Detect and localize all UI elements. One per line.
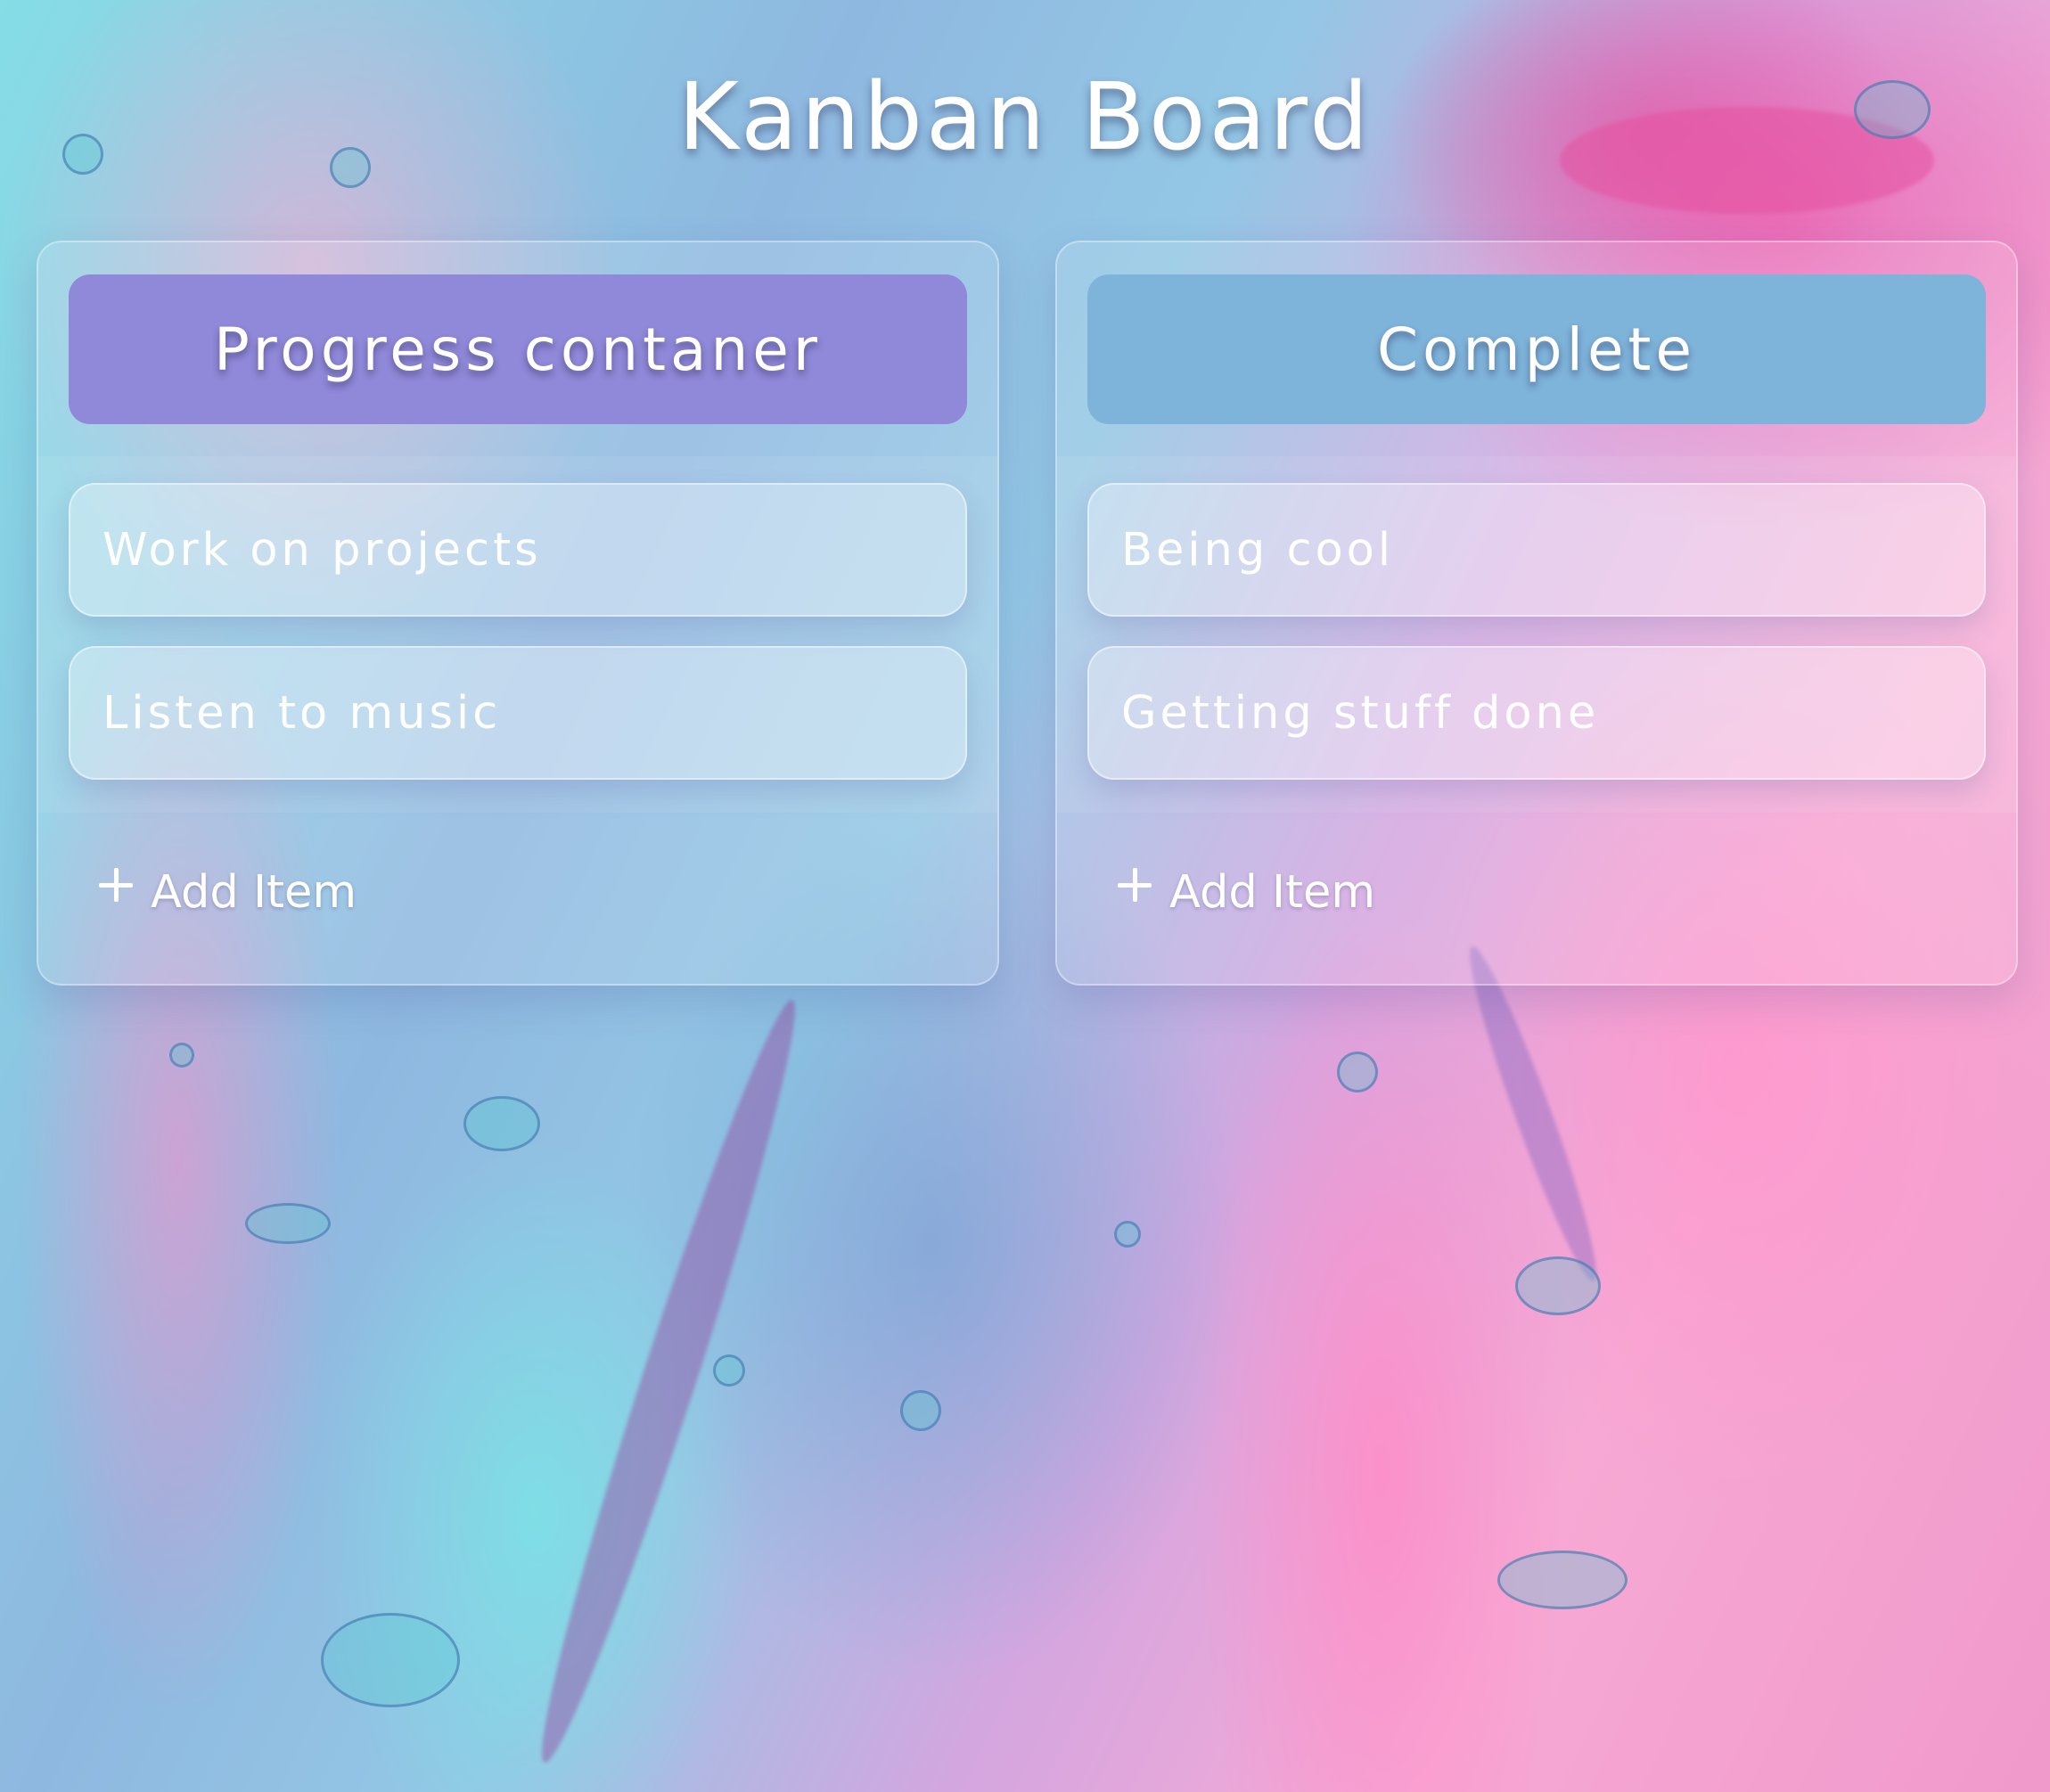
column-header: Progress contaner [69,274,967,424]
background-bubble [245,1203,331,1244]
background-bubble [169,1043,194,1068]
list-item[interactable]: Being cool [1087,483,1986,617]
list-item[interactable]: Work on projects [69,483,967,617]
plus-icon [1118,867,1152,902]
background-bubble [1497,1551,1628,1609]
plus-icon [99,867,133,902]
background-bubble [1515,1256,1601,1315]
page-title: Kanban Board [677,62,1373,171]
add-item-button[interactable]: Add Item [99,866,357,919]
background-bubble [713,1354,745,1387]
add-item-button[interactable]: Add Item [1118,866,1375,919]
list-item[interactable]: Getting stuff done [1087,646,1986,780]
add-item-label: Add Item [151,866,357,919]
background-bubble [1337,1051,1378,1092]
list-item[interactable]: Listen to music [69,646,967,780]
background-bubble [463,1096,540,1151]
background-streak [1455,940,1611,1288]
column-header-zone: Complete [1057,242,2016,456]
column-header-zone: Progress contaner [38,242,997,456]
column-header: Complete [1087,274,1986,424]
kanban-column-progress: Progress contaner Work on projects Liste… [37,241,999,986]
background-streak [519,991,818,1772]
background-bubble [321,1613,460,1707]
background-bubble [1114,1221,1141,1248]
add-item-label: Add Item [1169,866,1376,919]
kanban-column-complete: Complete Being cool Getting stuff done A… [1055,241,2018,986]
background-bubble [900,1390,941,1431]
